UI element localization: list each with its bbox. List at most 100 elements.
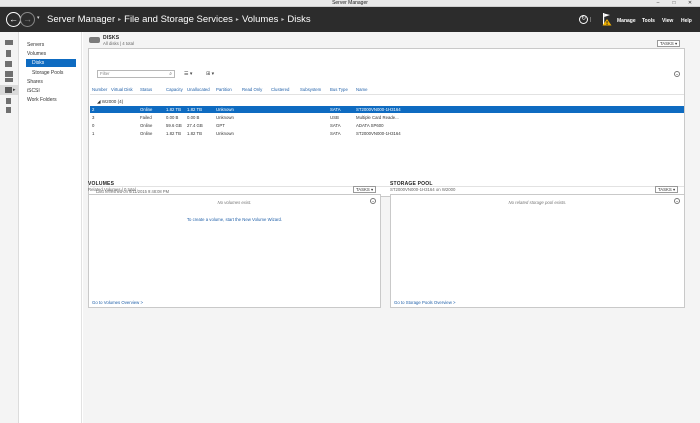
sidebar-item-iscsi[interactable]: iSCSI [27, 88, 40, 94]
volumes-empty-message: No volumes exist. [217, 200, 252, 205]
sidebar-item-disks[interactable]: Disks [26, 59, 76, 67]
icon-rail: ▸ [0, 32, 19, 423]
breadcrumb-file-storage[interactable]: File and Storage Services [124, 14, 233, 25]
storage-pool-pane: ⌄ No related storage pool exists. Go to … [390, 194, 685, 308]
cell-name: ADATA SP600 [356, 123, 384, 128]
rail-expand-arrow-icon: ▸ [13, 87, 16, 93]
remote-access-icon[interactable] [6, 107, 11, 113]
cell-number: 0 [92, 123, 95, 128]
col-unallocated[interactable]: Unallocated [187, 87, 210, 92]
filter-placeholder: Filter [100, 71, 110, 76]
col-status[interactable]: Status [140, 87, 152, 92]
refresh-icon[interactable]: ↻ [579, 15, 588, 24]
sidebar-item-storage-pools[interactable]: Storage Pools [32, 70, 63, 76]
sidebar-nav: Servers Volumes Disks Storage Pools Shar… [20, 32, 82, 423]
header-divider: | [590, 17, 592, 23]
sidebar-item-servers[interactable]: Servers [27, 42, 44, 48]
breadcrumb-separator-icon: ▸ [235, 17, 239, 23]
cell-unallocated: 1.82 TB [187, 131, 202, 136]
col-number[interactable]: Number [92, 87, 107, 92]
cell-capacity: 1.82 TB [166, 107, 181, 112]
cell-name: Multiple Card Reade... [356, 115, 399, 120]
volumes-pane: ⌄ No volumes exist. To create a volume, … [88, 194, 381, 308]
dns-icon[interactable] [5, 78, 13, 82]
volumes-overview-link[interactable]: Go to Volumes Overview > [92, 300, 143, 305]
main-content: DISKS All disks | 4 total TASKS ▾ Filter… [83, 32, 700, 423]
group-row-w2000[interactable]: ◢ W2000 (4) [97, 99, 123, 105]
minimize-button[interactable]: – [652, 0, 664, 7]
cell-number: 2 [92, 107, 95, 112]
cell-number: 1 [92, 131, 95, 136]
menu-help[interactable]: Help [681, 18, 692, 24]
cell-name: ST2000VN000-1H3164 [356, 107, 401, 112]
table-row[interactable]: 1 Online 1.82 TB 1.82 TB Unknown SATA ST… [90, 130, 684, 137]
volumes-subtitle: Related Volumes | 0 total [88, 187, 136, 192]
local-server-icon[interactable] [6, 50, 11, 57]
breadcrumb-separator-icon: ▸ [118, 17, 122, 23]
disks-filter-input[interactable]: Filter ⌕ [97, 70, 175, 78]
collapse-icon[interactable]: ⌄ [674, 71, 680, 77]
iis-icon[interactable] [6, 98, 11, 104]
maximize-button[interactable]: □ [668, 0, 680, 7]
close-button[interactable]: ✕ [684, 0, 696, 7]
new-volume-wizard-link[interactable]: To create a volume, start the New Volume… [89, 217, 380, 222]
cell-number: 3 [92, 115, 95, 120]
storage-pools-overview-link[interactable]: Go to Storage Pools Overview > [394, 300, 456, 305]
col-read-only[interactable]: Read Only [242, 87, 262, 92]
breadcrumb-disks: Disks [287, 14, 311, 25]
sidebar-item-shares[interactable]: Shares [27, 79, 43, 85]
cell-capacity: 1.82 TB [166, 131, 181, 136]
volumes-tasks-button[interactable]: TASKS ▾ [353, 186, 377, 193]
table-row[interactable]: 2 Online 1.82 TB 1.82 TB Unknown SATA ST… [90, 106, 684, 113]
table-row[interactable]: 3 Failed 0.00 B 0.00 B Unknown USB Multi… [90, 114, 684, 121]
breadcrumb-volumes[interactable]: Volumes [242, 14, 278, 25]
back-arrow-icon[interactable]: ← [6, 12, 21, 27]
col-capacity[interactable]: Capacity [166, 87, 183, 92]
save-options-button[interactable]: ⊞ ▾ [206, 70, 214, 78]
ad-ds-icon[interactable] [5, 71, 13, 77]
disks-pane: Filter ⌕ ☰ ▾ ⊞ ▾ ⌄ Number Virtual Disk S… [88, 48, 685, 197]
all-servers-icon[interactable] [5, 61, 12, 67]
storage-pool-tasks-button[interactable]: TASKS ▾ [655, 186, 679, 193]
list-options-button[interactable]: ☰ ▾ [184, 70, 192, 78]
menu-view[interactable]: View [662, 18, 673, 24]
footer-divider-line [90, 186, 684, 187]
col-name[interactable]: Name [356, 87, 367, 92]
sidebar-item-volumes[interactable]: Volumes [27, 51, 46, 57]
col-bus-type[interactable]: Bus Type [330, 87, 348, 92]
cell-bus-type: SATA [330, 107, 341, 112]
window-title: Server Manager [332, 0, 368, 6]
header-bar: ← → ▾ Server Manager ▸ File and Storage Se… [0, 7, 700, 32]
cell-partition: Unknown [216, 131, 234, 136]
dashboard-icon[interactable] [5, 40, 13, 45]
disks-tasks-button[interactable]: TASKS ▾ [657, 40, 681, 47]
cell-partition: Unknown [216, 107, 234, 112]
breadcrumb-separator-icon: ▸ [281, 17, 285, 23]
menu-tools[interactable]: Tools [642, 18, 655, 24]
cell-partition: GPT [216, 123, 225, 128]
col-partition[interactable]: Partition [216, 87, 232, 92]
cell-bus-type: SATA [330, 131, 341, 136]
col-subsystem[interactable]: Subsystem [300, 87, 321, 92]
search-icon[interactable]: ⌕ [169, 71, 172, 77]
header-divider-line [90, 94, 684, 95]
cell-capacity: 59.6 GB [166, 123, 182, 128]
col-virtual-disk[interactable]: Virtual Disk [111, 87, 133, 92]
cell-status: Online [140, 131, 153, 136]
cell-name: ST2000VN000-1H3164 [356, 131, 401, 136]
disks-subtitle: All disks | 4 total [103, 41, 134, 46]
file-storage-icon[interactable] [5, 87, 12, 93]
breadcrumb: Server Manager ▸ File and Storage Services… [47, 14, 311, 27]
col-clustered[interactable]: Clustered [271, 87, 289, 92]
disk-section-icon [89, 37, 100, 43]
menu-manage[interactable]: Manage [617, 18, 636, 24]
cell-bus-type: SATA [330, 123, 341, 128]
table-row[interactable]: 0 Online 59.6 GB 27.4 GB GPT SATA ADATA … [90, 122, 684, 129]
cell-unallocated: 27.4 GB [187, 123, 203, 128]
notifications-flag-icon[interactable] [602, 12, 612, 26]
sidebar-item-work-folders[interactable]: Work Folders [27, 97, 57, 103]
breadcrumb-server-manager[interactable]: Server Manager [47, 14, 115, 25]
cell-bus-type: USB [330, 115, 339, 120]
history-dropdown-icon[interactable]: ▾ [37, 15, 40, 21]
forward-arrow-icon[interactable]: → [20, 12, 35, 27]
